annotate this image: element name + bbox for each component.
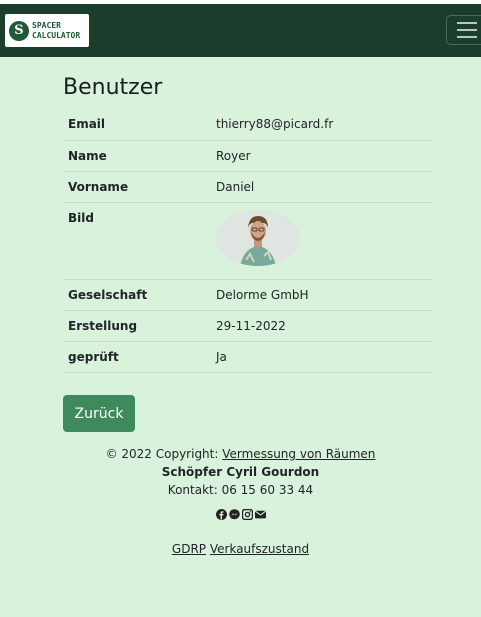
brand-text: SPACER CALCULATOR — [32, 21, 80, 41]
geprueft-label: geprüft — [63, 341, 211, 373]
brand-line-2: CALCULATOR — [32, 30, 81, 40]
email-value: thierry88@picard.fr — [211, 109, 432, 141]
user-details-table: Email thierry88@picard.fr Name Royer Vor… — [63, 109, 432, 373]
footer-links: GDRP Verkaufszustand — [0, 540, 481, 558]
page-title: Benutzer — [63, 75, 163, 100]
vorname-value: Daniel — [211, 171, 432, 203]
social-icons — [0, 507, 481, 521]
geselschaft-value: Delorme GmbH — [211, 279, 432, 311]
table-row: Name Royer — [63, 140, 432, 172]
name-value: Royer — [211, 140, 432, 172]
creator-text: Schöpfer Cyril Gourdon — [161, 465, 320, 479]
back-button[interactable]: Zurück — [63, 395, 135, 432]
name-label: Name — [63, 140, 211, 172]
envelope-icon[interactable] — [254, 507, 266, 519]
bild-label: Bild — [63, 202, 211, 280]
logo-s-icon: S — [9, 20, 29, 41]
brand-line-1: SPACER — [32, 20, 61, 30]
facebook-icon[interactable] — [215, 507, 227, 520]
footer: © 2022 Copyright: Vermessung von Räumen … — [0, 445, 481, 558]
hamburger-menu-icon[interactable] — [446, 15, 481, 45]
brand-logo[interactable]: S SPACER CALCULATOR — [5, 14, 89, 47]
erstellung-value: 29-11-2022 — [211, 310, 432, 342]
avatar — [216, 209, 300, 266]
gdrp-link[interactable]: GDRP — [172, 542, 206, 556]
navbar: S SPACER CALCULATOR — [0, 4, 481, 57]
table-row: Email thierry88@picard.fr — [63, 109, 432, 141]
table-row: Bild — [63, 202, 432, 280]
contact-text: Kontakt: 06 15 60 33 44 — [167, 483, 314, 497]
geprueft-value: Ja — [211, 341, 432, 373]
person-photo-icon — [216, 209, 300, 266]
table-row: geprüft Ja — [63, 341, 432, 373]
table-row: Vorname Daniel — [63, 171, 432, 203]
instagram-icon[interactable] — [241, 507, 253, 521]
table-row: Geselschaft Delorme GmbH — [63, 279, 432, 311]
messenger-icon[interactable] — [228, 507, 240, 520]
bild-value — [211, 202, 432, 280]
erstellung-label: Erstellung — [63, 310, 211, 342]
vorname-label: Vorname — [63, 171, 211, 203]
geselschaft-label: Geselschaft — [63, 279, 211, 311]
table-row: Erstellung 29-11-2022 — [63, 310, 432, 342]
copyright-text: © 2022 Copyright: — [105, 447, 223, 461]
email-label: Email — [63, 109, 211, 141]
copyright-link[interactable]: Vermessung von Räumen — [222, 447, 375, 461]
copyright-line: © 2022 Copyright: Vermessung von Räumen — [0, 445, 481, 463]
verkaufszustand-link[interactable]: Verkaufszustand — [210, 542, 309, 556]
main-content: Benutzer Email thierry88@picard.fr Name … — [0, 57, 481, 617]
